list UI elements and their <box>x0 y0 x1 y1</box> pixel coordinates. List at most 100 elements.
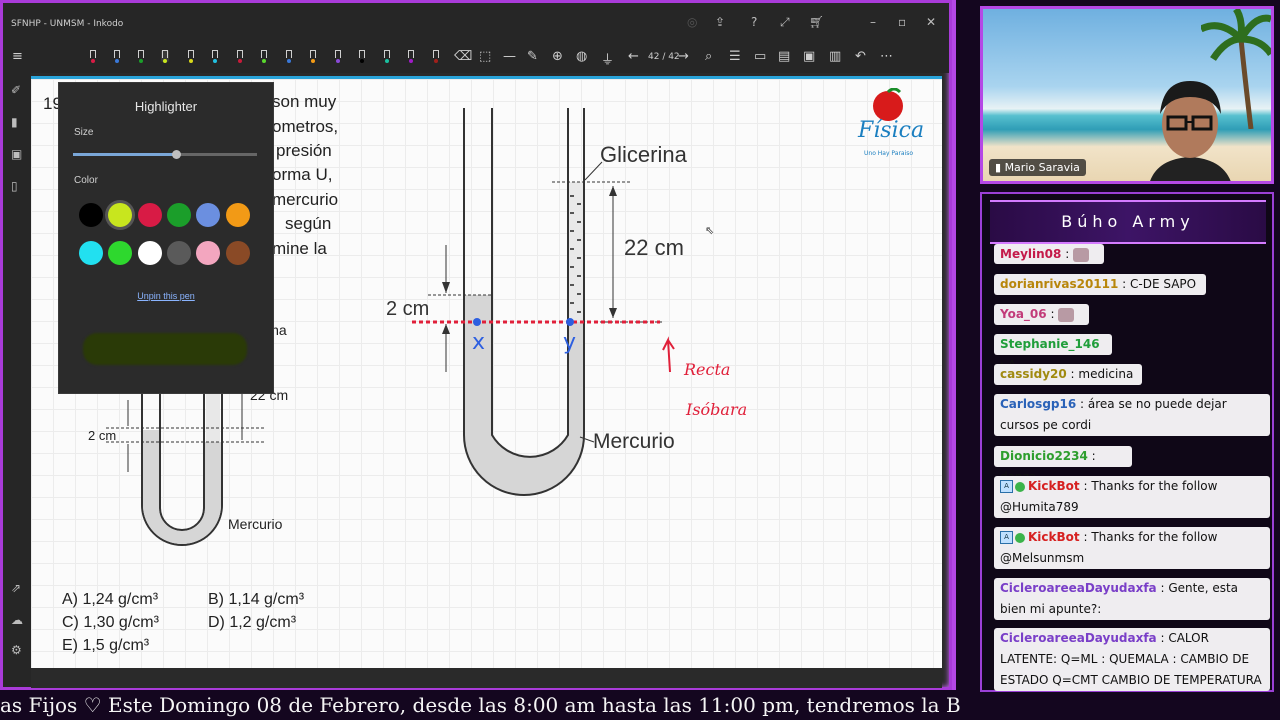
canvas-bottom-bar <box>31 668 942 688</box>
ticker-bar: as Fijos ♡ Este Domingo 08 de Febrero, d… <box>0 690 960 720</box>
chat-username[interactable]: Meylin08 <box>1000 247 1061 261</box>
length-22cm-label: 22 cm <box>624 235 684 260</box>
pen-blue-icon[interactable] <box>113 50 121 63</box>
chat-username[interactable]: Stephanie_146 <box>1000 337 1100 351</box>
chat-username[interactable]: Yoa_06 <box>1000 307 1047 321</box>
pen-darkred-icon[interactable] <box>432 50 440 63</box>
small-2cm-label: 2 cm <box>88 428 117 443</box>
pen-black-icon[interactable] <box>358 50 366 63</box>
size-slider[interactable] <box>73 150 257 159</box>
color-swatch[interactable] <box>79 203 103 227</box>
problem-line-3: presión <box>276 141 332 160</box>
chat-username[interactable]: CicleroareeaDayudaxfa <box>1000 581 1157 595</box>
small-mercurio-label: Mercurio <box>228 516 283 532</box>
select-icon[interactable]: ⬚ <box>479 49 491 64</box>
book-icon[interactable]: ▮ <box>11 115 18 129</box>
more-icon[interactable]: ⋯ <box>880 49 893 64</box>
clipboard-icon[interactable]: ▥ <box>829 49 841 64</box>
eraser-icon[interactable]: ⌫ <box>454 49 472 64</box>
glicerina-label: Glicerina <box>600 142 687 167</box>
mercurio-label: Mercurio <box>593 430 675 453</box>
image-icon[interactable]: ▣ <box>11 147 22 161</box>
answer-a: A) 1,24 g/cm³ <box>62 591 159 608</box>
shapes-icon[interactable]: ◍ <box>576 49 587 64</box>
pen-yellow-icon[interactable] <box>187 50 195 63</box>
unpin-link[interactable]: Unpin this pen <box>59 291 273 301</box>
problem-line-5: mercurio <box>272 190 339 209</box>
cart-icon[interactable]: 🛒︎ <box>809 15 824 29</box>
color-swatch[interactable] <box>137 241 162 265</box>
color-swatch[interactable] <box>225 241 250 265</box>
doc-icon[interactable]: ▯ <box>11 179 18 193</box>
next-page-icon[interactable]: → <box>678 49 689 64</box>
close-icon[interactable]: ✕ <box>926 15 936 29</box>
undo-icon[interactable]: ↶ <box>855 49 866 64</box>
answer-b: B) 1,14 g/cm³ <box>208 591 305 608</box>
stroke-preview <box>83 333 247 365</box>
highlighter-icon[interactable] <box>161 50 169 63</box>
color-swatch[interactable] <box>108 241 133 265</box>
chat-username[interactable]: KickBot <box>1028 479 1080 493</box>
help-icon[interactable]: ? <box>751 15 757 29</box>
pen-teal-icon[interactable] <box>383 50 391 63</box>
chat-panel: Búho Army Meylin08 : dorianrivas20111 : … <box>980 192 1274 692</box>
gear-icon[interactable]: ⚙ <box>11 643 22 657</box>
pen-violet-icon[interactable] <box>334 50 342 63</box>
share-rail-icon[interactable]: ⇗ <box>11 581 21 595</box>
chat-username[interactable]: cassidy20 <box>1000 367 1067 381</box>
pen-tool-icon[interactable]: ✐ <box>11 83 21 97</box>
utube-diagram <box>412 108 675 496</box>
problem-line-2: ometros, <box>272 117 339 136</box>
color-swatch[interactable] <box>166 203 191 227</box>
color-swatch[interactable] <box>196 203 221 227</box>
color-swatch[interactable] <box>196 241 221 265</box>
color-swatch[interactable] <box>166 241 191 265</box>
open-icon[interactable]: ▤ <box>778 49 790 64</box>
verified-badge-icon <box>1015 532 1025 543</box>
chat-username[interactable]: Dionicio2234 <box>1000 449 1088 463</box>
prev-page-icon[interactable]: ← <box>628 49 639 64</box>
pen-purple-icon[interactable] <box>407 50 415 63</box>
color-swatch[interactable] <box>225 203 250 227</box>
problem-line-4: orma U, <box>272 165 333 184</box>
color-label: Color <box>74 175 98 186</box>
pen-lime-icon[interactable] <box>260 50 268 63</box>
fullscreen-icon[interactable]: ⤢ <box>780 15 790 30</box>
color-swatch[interactable] <box>137 203 162 227</box>
color-swatch[interactable] <box>108 203 133 227</box>
menu-icon[interactable]: ≡ <box>12 49 23 64</box>
pen-green-icon[interactable] <box>137 50 145 63</box>
size-slider-knob[interactable] <box>172 150 182 159</box>
chat-username[interactable]: dorianrivas20111 <box>1000 277 1118 291</box>
cloud-icon[interactable]: ☁ <box>11 613 23 627</box>
window-title: SFNHP - UNMSM - Inkodo <box>11 19 124 29</box>
move-icon[interactable]: ⊕ <box>552 49 563 64</box>
line-icon[interactable]: — <box>503 49 516 64</box>
pen-crimson-icon[interactable] <box>236 50 244 63</box>
problem-line-7: mine la <box>272 239 327 258</box>
title-bar: SFNHP - UNMSM - Inkodo ◎ ⇪ ? ⤢ 🛒︎ – ▫ ✕ <box>3 3 949 41</box>
pen-orange-icon[interactable] <box>309 50 317 63</box>
settings-icon[interactable]: ☰ <box>729 49 741 64</box>
save-icon[interactable]: ▣ <box>803 49 815 64</box>
color-swatch[interactable] <box>79 241 103 265</box>
edit-icon[interactable]: ✎ <box>527 49 538 64</box>
minimize-icon[interactable]: – <box>870 15 876 29</box>
share-icon[interactable]: ⇪ <box>715 15 725 29</box>
record-icon[interactable]: ◎ <box>687 15 697 29</box>
chat-text: : C-DE SAPO <box>1118 277 1197 291</box>
size-slider-fill <box>73 153 177 156</box>
pen-red-icon[interactable] <box>89 50 97 63</box>
pen-cyan-icon[interactable] <box>211 50 219 63</box>
chat-username[interactable]: CicleroareeaDayudaxfa <box>1000 631 1157 645</box>
maximize-icon[interactable]: ▫ <box>898 15 906 29</box>
zoom-icon[interactable]: ⌕ <box>705 49 712 64</box>
chat-username[interactable]: Carlosgp16 <box>1000 397 1076 411</box>
chat-username[interactable]: KickBot <box>1028 530 1080 544</box>
pointer-icon[interactable]: ⏚ <box>601 49 614 68</box>
new-page-icon[interactable]: ▭ <box>754 49 766 64</box>
pen-blue2-icon[interactable] <box>285 50 293 63</box>
point-y-label: y <box>563 330 577 355</box>
presenter-image <box>1150 81 1231 181</box>
size-label: Size <box>74 127 94 138</box>
